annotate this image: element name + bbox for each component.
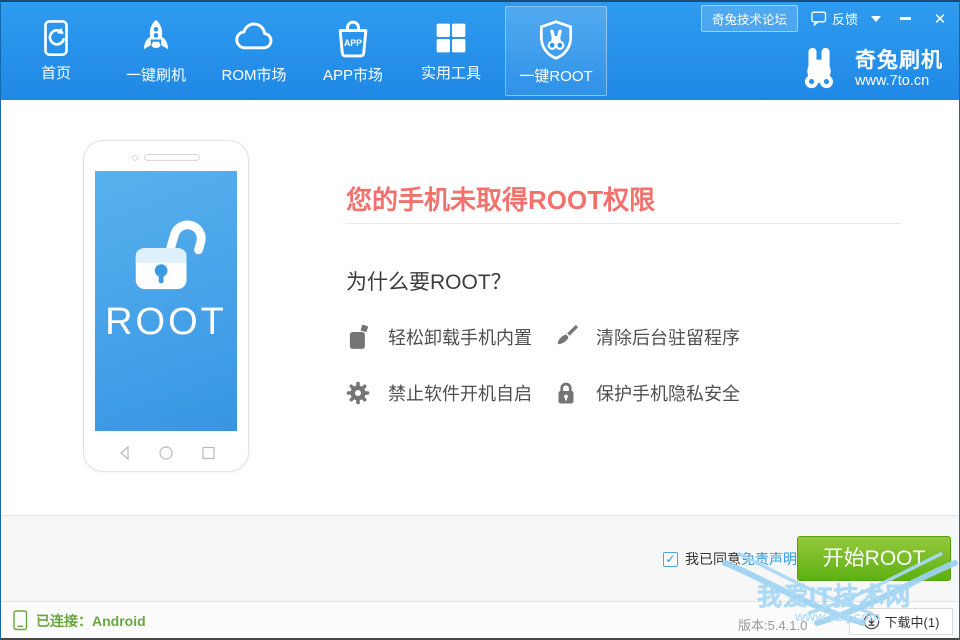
feedback-button[interactable]: 反馈 xyxy=(811,9,858,28)
feedback-label: 反馈 xyxy=(832,9,858,28)
phone-earpiece xyxy=(132,154,200,161)
camera-dot xyxy=(132,155,138,161)
forum-button[interactable]: 奇兔技术论坛 xyxy=(701,5,798,32)
shield-rabbit-icon xyxy=(534,18,578,62)
header-nav: 首页 一键刷机 ROM市场 APP xyxy=(1,2,959,100)
gear-icon xyxy=(343,378,373,408)
logo-site-url: www.7to.cn xyxy=(855,73,943,89)
shopping-bag-app-icon: APP xyxy=(331,17,375,61)
agree-checkbox[interactable]: ✓ xyxy=(663,552,678,567)
grid-tools-icon xyxy=(430,17,472,59)
download-circle-icon xyxy=(863,613,880,630)
disclaimer-link[interactable]: 免责声明 xyxy=(741,549,797,569)
app-logo: 奇兔刷机 www.7to.cn xyxy=(792,42,943,96)
rabbit-logo-icon xyxy=(792,42,846,96)
feature-autostart: 禁止软件开机自启 xyxy=(343,378,532,408)
feature-label: 保护手机隐私安全 xyxy=(596,380,740,406)
connection-status: 已连接：Android xyxy=(13,610,146,631)
phone-connected-icon xyxy=(13,610,28,631)
tab-label: 一键ROOT xyxy=(506,65,606,86)
lock-icon xyxy=(551,378,581,408)
feature-uninstall: 轻松卸载手机内置 xyxy=(343,322,532,352)
root-status-title: 您的手机未取得ROOT权限 xyxy=(346,180,655,217)
tab-label: ROM市场 xyxy=(206,64,302,85)
start-root-button[interactable]: 开始ROOT xyxy=(797,536,951,581)
minimize-button[interactable] xyxy=(894,10,916,28)
tab-app-market[interactable]: APP APP市场 xyxy=(305,6,401,96)
agree-text: 我已同意 xyxy=(685,549,741,569)
titlebar: 奇兔技术论坛 反馈 ✕ xyxy=(701,5,951,32)
why-root-heading: 为什么要ROOT？ xyxy=(346,266,512,296)
minimize-icon xyxy=(900,17,911,20)
phone-nav-buttons xyxy=(84,445,248,461)
version-label: 版本:5.4.1.0 xyxy=(738,615,807,634)
logo-name: 奇兔刷机 xyxy=(855,49,943,73)
agreement-row: ✓ 我已同意免责声明 xyxy=(663,549,797,569)
download-status-text: 下载中(1) xyxy=(885,612,940,631)
speaker-bar xyxy=(144,154,200,161)
rocket-icon xyxy=(134,17,178,61)
cloud-icon xyxy=(231,17,277,61)
unlocked-padlock-icon xyxy=(122,215,210,293)
feature-label: 禁止软件开机自启 xyxy=(388,380,532,406)
tab-label: APP市场 xyxy=(305,64,401,85)
tab-flash[interactable]: 一键刷机 xyxy=(109,6,203,96)
connection-text: 已连接：Android xyxy=(36,611,146,631)
phone-screen: ROOT xyxy=(95,171,237,431)
tab-label: 首页 xyxy=(19,62,93,83)
download-status-button[interactable]: 下载中(1) xyxy=(849,608,953,635)
tab-label: 实用工具 xyxy=(405,62,497,83)
tab-label: 一键刷机 xyxy=(109,64,203,85)
tab-tools[interactable]: 实用工具 xyxy=(405,6,497,96)
tab-root[interactable]: 一键ROOT xyxy=(505,6,607,96)
dropdown-caret-icon[interactable] xyxy=(871,16,881,27)
feature-clean: 清除后台驻留程序 xyxy=(551,322,740,352)
feature-privacy: 保护手机隐私安全 xyxy=(551,378,740,408)
feature-label: 清除后台驻留程序 xyxy=(596,324,740,350)
home-phone-refresh-icon xyxy=(35,17,77,59)
tab-home[interactable]: 首页 xyxy=(19,6,93,96)
check-icon: ✓ xyxy=(664,553,677,566)
feature-label: 轻松卸载手机内置 xyxy=(388,324,532,350)
android-nav-icons xyxy=(106,445,226,461)
phone-illustration: ROOT xyxy=(83,140,249,472)
tab-rom-market[interactable]: ROM市场 xyxy=(206,6,302,96)
svg-text:APP: APP xyxy=(344,38,362,48)
speech-bubble-icon xyxy=(811,11,827,26)
uninstall-box-icon xyxy=(343,322,373,352)
section-divider xyxy=(346,223,901,224)
phone-screen-root-label: ROOT xyxy=(105,301,227,344)
close-button[interactable]: ✕ xyxy=(929,10,951,28)
app-window: 首页 一键刷机 ROM市场 APP xyxy=(0,0,960,640)
brush-icon xyxy=(551,322,581,352)
